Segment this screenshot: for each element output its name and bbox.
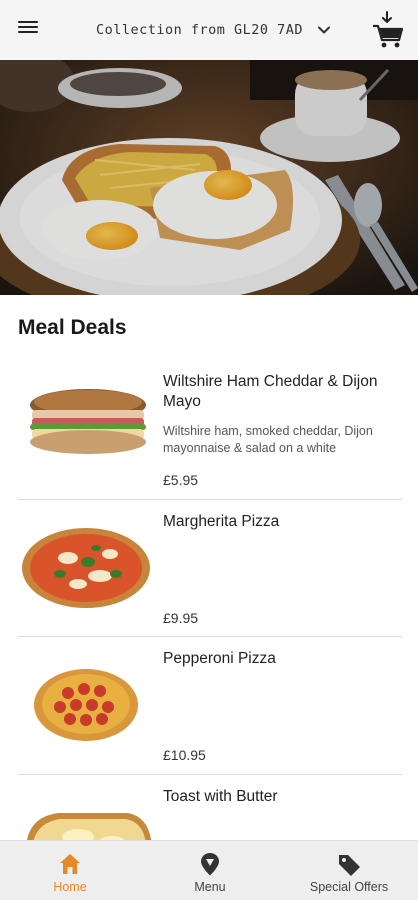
hero-breakfast-image — [0, 60, 418, 295]
sandwich-image — [30, 389, 146, 454]
chevron-down-icon — [318, 26, 331, 34]
toast-image — [26, 813, 152, 840]
map-pin-icon — [201, 853, 219, 876]
list-item[interactable]: Toast with Butter — [18, 775, 402, 840]
item-price: £10.95 — [163, 747, 206, 763]
nav-menu[interactable]: Menu — [176, 841, 244, 900]
item-name: Margherita Pizza — [163, 513, 280, 530]
section-title: Meal Deals — [18, 316, 127, 339]
shopping-cart-icon[interactable] — [370, 8, 406, 50]
nav-label-menu: Menu — [194, 880, 226, 894]
nav-label-special-offers: Special Offers — [309, 880, 389, 894]
margherita-pizza-image — [22, 528, 150, 608]
item-name: Toast with Butter — [163, 788, 278, 805]
list-item[interactable]: Pepperoni Pizza £10.95 — [18, 637, 402, 775]
meal-deals-list[interactable]: Wiltshire Ham Cheddar & Dijon Mayo Wilts… — [0, 360, 418, 840]
item-price: £5.95 — [163, 472, 199, 488]
item-description: Wiltshire ham, smoked cheddar, Dijon may… — [163, 424, 373, 455]
hamburger-menu-icon[interactable] — [18, 19, 42, 41]
pepperoni-pizza-image — [34, 669, 138, 741]
list-item[interactable]: Margherita Pizza £9.95 — [18, 500, 402, 637]
item-name: Pepperoni Pizza — [163, 650, 276, 667]
nav-special-offers[interactable]: Special Offers — [296, 841, 402, 900]
list-item[interactable]: Wiltshire Ham Cheddar & Dijon Mayo Wilts… — [18, 360, 402, 500]
nav-home[interactable]: Home — [36, 841, 104, 900]
home-icon — [60, 854, 80, 874]
collection-label: Collection from GL20 7AD — [96, 22, 304, 38]
collection-selector[interactable]: Collection from GL20 7AD — [96, 19, 331, 41]
top-app-bar: Collection from GL20 7AD — [0, 0, 418, 60]
item-name: Wiltshire Ham Cheddar & Dijon Mayo — [163, 373, 378, 410]
item-price: £9.95 — [163, 610, 199, 626]
tag-icon — [339, 855, 360, 876]
nav-label-home: Home — [53, 880, 87, 894]
bottom-navigation: Home Menu Special Offers — [0, 840, 418, 900]
